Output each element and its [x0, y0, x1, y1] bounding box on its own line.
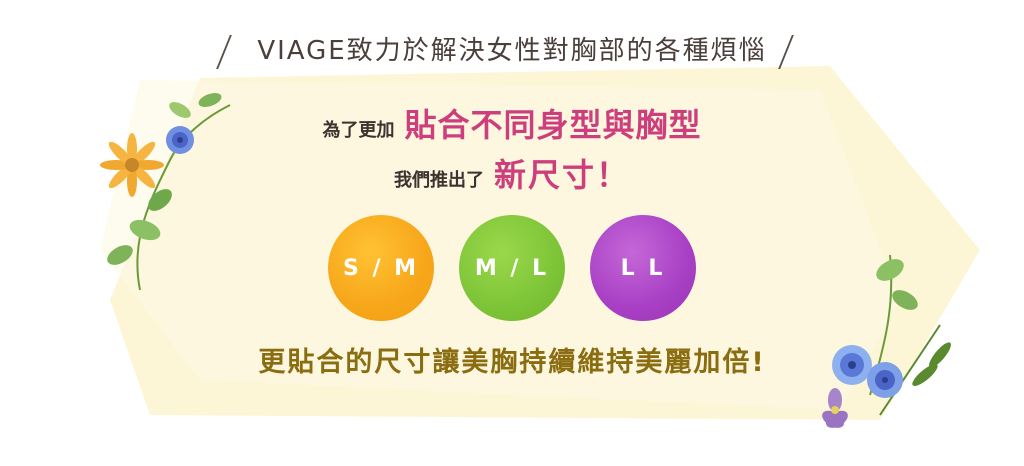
intro-line-1-prefix: 為了更加: [322, 120, 395, 141]
size-badge-ml: M / L: [459, 215, 565, 321]
slash-right-icon: [777, 34, 808, 69]
intro-line-2-prefix: 我們推出了: [393, 170, 484, 191]
headline: VIAGE致力於解決女性對胸部的各種煩惱: [0, 30, 1024, 69]
headline-text: VIAGE致力於解決女性對胸部的各種煩惱: [257, 36, 767, 66]
footer-tagline: 更貼合的尺寸讓美胸持續維持美麗加倍!: [258, 347, 766, 378]
intro-line-1-highlight: 貼合不同身型與胸型: [404, 106, 702, 144]
intro-line-2: 我們推出了 新尺寸！: [0, 150, 1024, 196]
size-label: L L: [620, 255, 666, 281]
size-badge-ll: L L: [590, 215, 696, 321]
banner: VIAGE致力於解決女性對胸部的各種煩惱 為了更加 貼合不同身型與胸型 我們推出了…: [0, 0, 1024, 466]
size-label: S / M: [342, 255, 420, 281]
size-label: M / L: [474, 255, 550, 281]
slash-left-icon: [216, 34, 247, 69]
intro-line-2-highlight: 新尺寸！: [493, 156, 630, 194]
intro-line-1: 為了更加 貼合不同身型與胸型: [0, 100, 1024, 146]
size-badge-sm: S / M: [328, 215, 434, 321]
